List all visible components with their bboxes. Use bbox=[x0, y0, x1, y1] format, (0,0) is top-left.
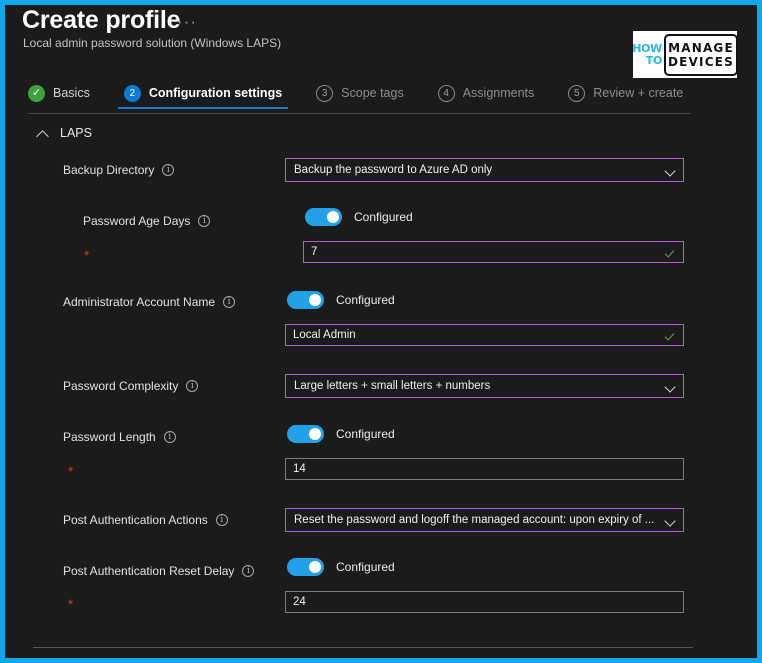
toggle-knob bbox=[327, 211, 339, 223]
chevron-down-icon bbox=[664, 514, 677, 527]
password-length-input[interactable]: 14 bbox=[285, 458, 684, 480]
post-authentication-reset-delay-required-asterisk: * bbox=[68, 596, 74, 612]
administrator-account-name-label: Administrator Account Name i bbox=[63, 295, 236, 309]
post-authentication-reset-delay-toggle-label: Configured bbox=[336, 560, 395, 574]
password-length-toggle[interactable] bbox=[287, 425, 324, 443]
password-age-days-toggle-group[interactable]: Configured bbox=[305, 208, 413, 226]
administrator-account-name-value: Local Admin bbox=[293, 329, 356, 341]
toggle-knob bbox=[309, 561, 321, 573]
backup-directory-label: Backup Directory i bbox=[63, 163, 175, 177]
password-age-days-value: 7 bbox=[311, 246, 318, 258]
password-age-days-toggle-label: Configured bbox=[354, 210, 413, 224]
post-authentication-actions-dropdown[interactable]: Reset the password and logoff the manage… bbox=[285, 508, 684, 532]
post-authentication-reset-delay-toggle[interactable] bbox=[287, 558, 324, 576]
post-authentication-reset-delay-toggle-group[interactable]: Configured bbox=[287, 558, 395, 576]
password-age-days-toggle[interactable] bbox=[305, 208, 342, 226]
password-complexity-value: Large letters + small letters + numbers bbox=[294, 380, 491, 392]
backup-directory-dropdown[interactable]: Backup the password to Azure AD only bbox=[285, 158, 684, 182]
administrator-account-name-input[interactable]: Local Admin bbox=[285, 324, 684, 346]
password-complexity-label: Password Complexity i bbox=[63, 379, 199, 393]
azure-create-profile-window: Create profile ··· Local admin password … bbox=[0, 0, 762, 663]
post-authentication-actions-value: Reset the password and logoff the manage… bbox=[294, 514, 655, 526]
password-complexity-dropdown[interactable]: Large letters + small letters + numbers bbox=[285, 374, 684, 398]
administrator-account-name-toggle[interactable] bbox=[287, 291, 324, 309]
info-icon[interactable]: i bbox=[198, 215, 211, 227]
chevron-down-icon bbox=[664, 380, 677, 393]
info-icon[interactable]: i bbox=[163, 431, 176, 443]
post-authentication-reset-delay-value: 24 bbox=[293, 596, 306, 608]
valid-check-icon bbox=[664, 246, 677, 259]
administrator-account-name-toggle-group[interactable]: Configured bbox=[287, 291, 395, 309]
post-authentication-reset-delay-input[interactable]: 24 bbox=[285, 591, 684, 613]
password-length-required-asterisk: * bbox=[68, 463, 74, 479]
toggle-knob bbox=[309, 294, 321, 306]
backup-directory-value: Backup the password to Azure AD only bbox=[294, 164, 493, 176]
info-icon[interactable]: i bbox=[215, 514, 228, 526]
password-length-toggle-group[interactable]: Configured bbox=[287, 425, 395, 443]
valid-check-icon bbox=[664, 329, 677, 342]
password-age-days-required-asterisk: * bbox=[84, 247, 90, 263]
footer-divider bbox=[33, 647, 693, 648]
password-length-label: Password Length i bbox=[63, 430, 176, 444]
info-icon[interactable]: i bbox=[223, 296, 236, 308]
configuration-form: Backup Directory i Backup the password t… bbox=[5, 5, 757, 655]
info-icon[interactable]: i bbox=[242, 565, 255, 577]
info-icon[interactable]: i bbox=[162, 164, 175, 176]
chevron-down-icon bbox=[664, 164, 677, 177]
administrator-account-name-toggle-label: Configured bbox=[336, 293, 395, 307]
post-authentication-actions-label: Post Authentication Actions i bbox=[63, 513, 228, 527]
info-icon[interactable]: i bbox=[186, 380, 199, 392]
post-authentication-reset-delay-label: Post Authentication Reset Delay i bbox=[63, 564, 255, 578]
password-age-days-label: Password Age Days i bbox=[83, 214, 211, 228]
password-length-value: 14 bbox=[293, 463, 306, 475]
password-age-days-input[interactable]: 7 bbox=[303, 241, 684, 263]
password-length-toggle-label: Configured bbox=[336, 427, 395, 441]
toggle-knob bbox=[309, 428, 321, 440]
